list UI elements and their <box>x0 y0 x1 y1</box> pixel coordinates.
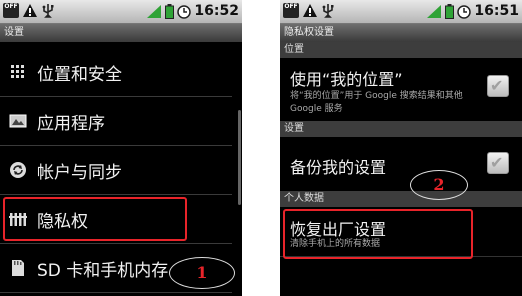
section-header-location: 位置 <box>280 42 522 58</box>
highlight-box-factory-reset <box>283 209 473 259</box>
scrollbar[interactable] <box>238 110 241 205</box>
signal-icon <box>427 5 442 18</box>
checkmark-icon: ✔ <box>490 153 504 172</box>
clock-icon <box>177 4 192 19</box>
backup-checkbox[interactable]: ✔ <box>487 152 509 174</box>
status-time: 16:52 <box>194 3 239 19</box>
applications-icon <box>9 112 27 130</box>
status-bar: OFF 16:52 <box>0 0 242 24</box>
off-icon: OFF <box>3 3 19 18</box>
section-header-settings: 设置 <box>280 121 522 137</box>
usb-icon <box>322 4 334 18</box>
menu-item-label: SD 卡和手机内存 <box>37 260 169 281</box>
privacy-settings-screen: OFF 16:51 隐私权设置 位置 使用“我的位置” 将“我的位置”用于 Go… <box>280 0 522 296</box>
warning-icon <box>303 4 317 17</box>
status-time: 16:51 <box>474 3 519 19</box>
section-header-personal-data: 个人数据 <box>280 191 522 207</box>
menu-item-label: 帐户与同步 <box>37 162 122 183</box>
settings-screen: OFF 16:52 设置 位置和安全 应用程序 帐户与同步 隐私权 SD 卡和手… <box>0 0 242 296</box>
signal-icon <box>147 5 162 18</box>
sd-card-icon <box>9 259 27 277</box>
location-grid-icon <box>9 63 27 81</box>
menu-item-location-security[interactable]: 位置和安全 <box>0 48 232 97</box>
menu-item-applications[interactable]: 应用程序 <box>0 97 232 146</box>
pref-subtitle: 将“我的位置”用于 Google 搜索结果和其他 Google 服务 <box>290 91 463 114</box>
clock-icon <box>457 4 472 19</box>
warning-icon <box>23 4 37 17</box>
screen-title: 隐私权设置 <box>280 24 522 42</box>
pref-title: 使用“我的位置” <box>290 70 403 89</box>
step-callout-2: 2 <box>410 170 468 200</box>
usb-icon <box>42 4 54 18</box>
battery-icon <box>445 4 455 19</box>
menu-item-label: 应用程序 <box>37 113 105 134</box>
menu-item-accounts-sync[interactable]: 帐户与同步 <box>0 146 232 195</box>
status-bar: OFF 16:51 <box>280 0 522 24</box>
checkmark-icon: ✔ <box>490 76 504 95</box>
highlight-box-privacy <box>3 197 187 241</box>
sync-icon <box>9 161 27 179</box>
step-callout-1: 1 <box>169 257 235 289</box>
off-icon: OFF <box>283 3 299 18</box>
menu-item-label: 位置和安全 <box>37 64 122 85</box>
pref-title: 备份我的设置 <box>290 158 387 177</box>
use-location-checkbox[interactable]: ✔ <box>487 75 509 97</box>
battery-icon <box>165 4 175 19</box>
screen-title: 设置 <box>0 24 242 42</box>
